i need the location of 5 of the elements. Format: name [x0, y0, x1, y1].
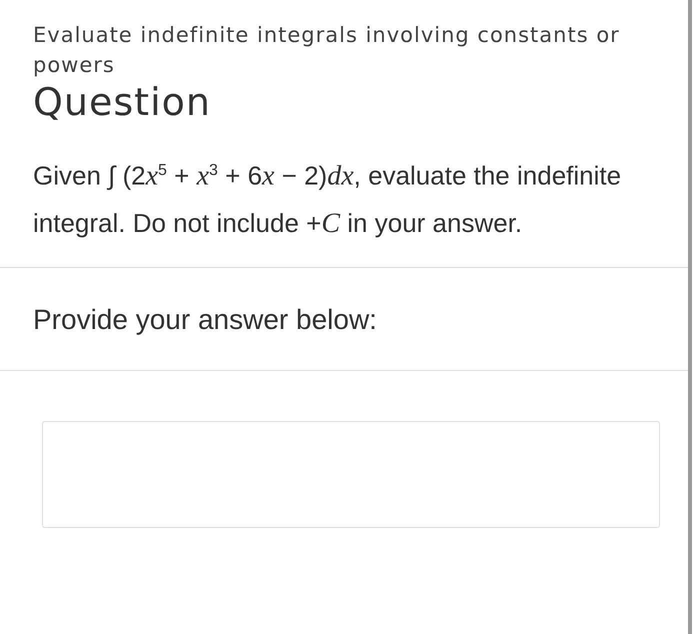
topic-heading: Evaluate indefinite integrals involving constants or powers — [33, 22, 621, 79]
answer-field[interactable] — [42, 420, 660, 528]
question-text: Given ∫ (2x$^{5}$ + x$^{3}$ + 6x − 2)dx, evaluate the indefinite integral. Do not include +C in your answer. — [33, 160, 622, 241]
question-title: Question — [33, 80, 212, 124]
answer-prompt: Provide your answer below: — [33, 304, 378, 336]
